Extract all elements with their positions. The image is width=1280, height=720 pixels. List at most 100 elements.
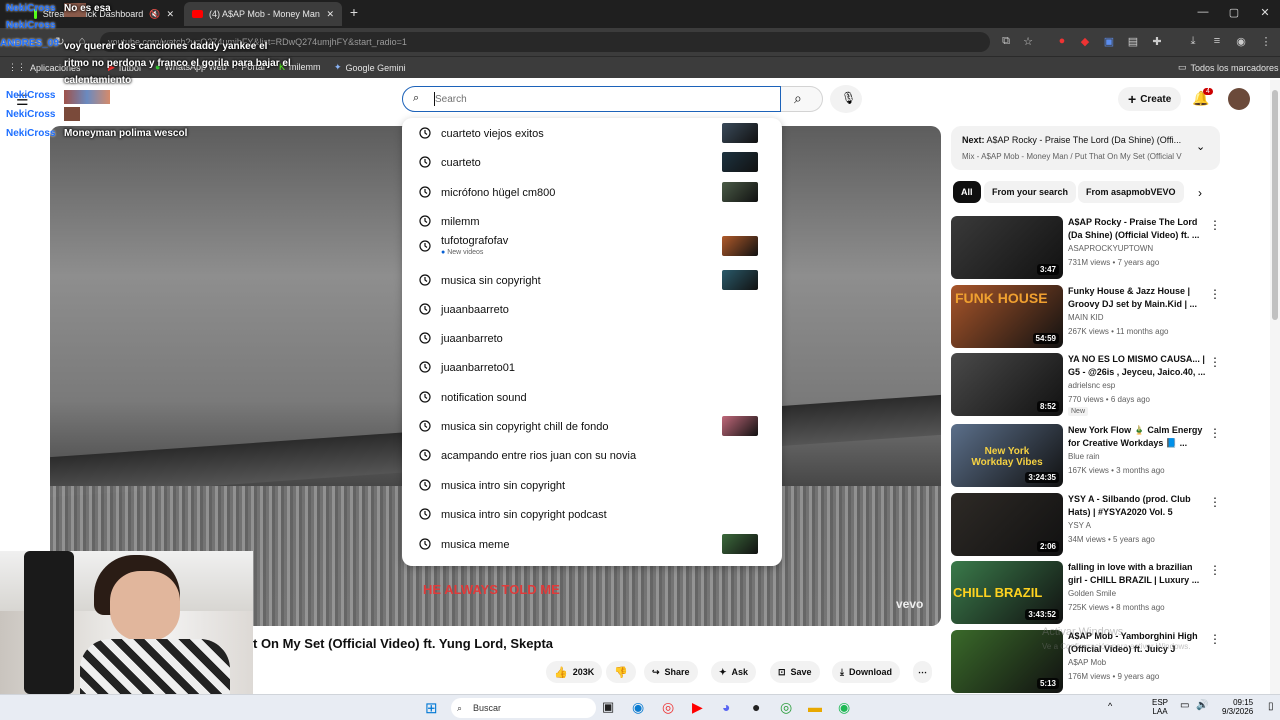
obs-icon[interactable]: ● <box>752 699 770 717</box>
share-button[interactable]: ↪ Share <box>644 661 698 683</box>
menu-icon[interactable]: ⋮ <box>1258 35 1274 48</box>
tray-chevron-icon[interactable]: ^ <box>1108 701 1112 711</box>
search-suggestion[interactable]: tufotografofav ● New videos <box>402 233 782 261</box>
notifications-button[interactable]: 🔔 4 <box>1192 88 1213 107</box>
search-suggestion[interactable]: juaanbarreto <box>402 325 782 353</box>
channel-name[interactable]: Blue rain <box>1068 452 1100 461</box>
channel-name[interactable]: A$AP Mob <box>1068 658 1106 667</box>
download-icon[interactable]: ⤓ <box>1185 35 1201 48</box>
search-suggestion[interactable]: cuarteto <box>402 149 782 177</box>
related-video[interactable]: New York Workday Vibes 3:24:35 New York Fl… <box>951 424 1223 488</box>
notification-center-icon[interactable]: ▯ <box>1268 701 1274 712</box>
save-button[interactable]: ⊡ Save <box>770 661 820 683</box>
edge-icon[interactable]: ◉ <box>632 699 650 717</box>
extension-icon[interactable]: ▣ <box>1101 35 1117 48</box>
related-video[interactable]: FUNK HOUSE 54:59 Funky House & Jazz House … <box>951 285 1223 349</box>
video-thumbnail[interactable]: New York Workday Vibes 3:24:35 <box>951 424 1063 487</box>
chip-from-asapmobvevo[interactable]: From asapmobVEVO <box>1078 181 1184 203</box>
video-title[interactable]: Funky House & Jazz House | Groovy DJ set… <box>1068 285 1208 311</box>
video-title[interactable]: YA NO ES LO MISMO CAUSA... | G5 - @26is … <box>1068 353 1208 379</box>
channel-name[interactable]: ASAPROCKYUPTOWN <box>1068 244 1153 253</box>
close-window-button[interactable]: ✕ <box>1255 6 1275 19</box>
playlist-next-box[interactable]: Next: A$AP Rocky - Praise The Lord (Da S… <box>951 126 1220 170</box>
channel-name[interactable]: adrielsnc esp <box>1068 381 1115 390</box>
search-suggestion[interactable]: musica intro sin copyright podcast <box>402 501 782 529</box>
search-suggestion[interactable]: juaanbarreto01 <box>402 354 782 382</box>
media-icon[interactable]: ≡ <box>1209 35 1225 47</box>
search-suggestion[interactable]: musica intro sin copyright <box>402 472 782 500</box>
related-video[interactable]: 5:13 A$AP Mob - Yamborghini High (Officia… <box>951 630 1223 694</box>
search-suggestion[interactable]: milemm <box>402 208 782 236</box>
scrollbar-thumb[interactable] <box>1272 90 1278 320</box>
taskbar-search[interactable]: ⌕ Buscar <box>451 698 596 718</box>
chip-all[interactable]: All <box>953 181 981 203</box>
more-actions-button[interactable]: ⋯ <box>913 661 932 683</box>
video-title[interactable]: New York Flow 🎍 Calm Energy for Creative… <box>1068 424 1208 450</box>
related-video[interactable]: 2:06 YSY A - Silbando (prod. Club Hats) |… <box>951 493 1223 557</box>
voice-search-button[interactable]: 🎙 <box>830 85 862 113</box>
mute-icon[interactable]: 🔇 <box>149 9 160 20</box>
search-suggestion[interactable]: micrófono hügel cm800 <box>402 179 782 207</box>
chevron-right-icon[interactable]: › <box>1198 186 1202 200</box>
search-suggestion[interactable]: acampando entre rios juan con su novia <box>402 442 782 470</box>
download-button[interactable]: ⤓ Download <box>832 661 900 683</box>
related-video[interactable]: 8:52 YA NO ES LO MISMO CAUSA... | G5 - @2… <box>951 353 1223 417</box>
page-scrollbar[interactable] <box>1270 80 1280 694</box>
install-icon[interactable]: ⧉ <box>998 35 1014 48</box>
chrome-icon[interactable]: ◎ <box>662 699 680 717</box>
clock[interactable]: 09:15 9/3/2026 <box>1222 698 1253 716</box>
search-suggestion[interactable]: juaanbaarreto <box>402 296 782 324</box>
search-suggestion[interactable]: musica sin copyright <box>402 267 782 295</box>
create-button[interactable]: + Create <box>1118 87 1182 111</box>
channel-name[interactable]: Golden Smile <box>1068 589 1116 598</box>
discord-icon[interactable]: ◕ <box>722 699 740 717</box>
new-tab-button[interactable]: + <box>344 4 364 20</box>
chevron-down-icon[interactable]: ⌄ <box>1196 140 1205 153</box>
search-input[interactable]: ⌕ Search <box>402 86 781 112</box>
maximize-button[interactable]: ▢ <box>1224 6 1244 19</box>
more-options-icon[interactable]: ⋮ <box>1209 218 1221 232</box>
bookmark-gemini[interactable]: ✦ Google Gemini <box>334 62 406 73</box>
close-icon[interactable]: ✕ <box>326 9 334 20</box>
puzzle-icon[interactable]: ✚ <box>1149 35 1165 48</box>
video-thumbnail[interactable]: 5:13 <box>951 630 1063 693</box>
search-suggestion[interactable]: cuarteto viejos exitos <box>402 120 782 148</box>
more-options-icon[interactable]: ⋮ <box>1209 495 1221 509</box>
video-title[interactable]: falling in love with a brazilian girl - … <box>1068 561 1208 587</box>
network-icon[interactable]: ▭ <box>1180 700 1189 711</box>
profile-icon[interactable]: ◉ <box>1233 35 1249 48</box>
file-explorer-icon[interactable]: ▬ <box>808 699 826 717</box>
dislike-button[interactable]: 👎 <box>606 661 636 683</box>
more-options-icon[interactable]: ⋮ <box>1209 355 1221 369</box>
tab-asap-mob[interactable]: (4) A$AP Mob - Money Man / P ✕ <box>184 2 342 26</box>
chrome-icon[interactable]: ◎ <box>780 699 798 717</box>
spotify-icon[interactable]: ◉ <box>838 699 856 717</box>
more-options-icon[interactable]: ⋮ <box>1209 563 1221 577</box>
search-button[interactable]: ⌕ <box>781 86 823 112</box>
ask-button[interactable]: ✦ Ask <box>711 661 757 683</box>
video-title[interactable]: YSY A - Silbando (prod. Club Hats) | #YS… <box>1068 493 1208 519</box>
volume-icon[interactable]: 🔊 <box>1196 700 1208 711</box>
related-video[interactable]: 3:47 A$AP Rocky - Praise The Lord (Da Shi… <box>951 216 1223 280</box>
all-bookmarks[interactable]: ▭ Todos los marcadores <box>1178 62 1279 73</box>
bookmark-star-icon[interactable]: ☆ <box>1020 35 1036 48</box>
close-icon[interactable]: ✕ <box>166 9 174 20</box>
video-thumbnail[interactable]: 8:52 <box>951 353 1063 416</box>
more-options-icon[interactable]: ⋮ <box>1209 426 1221 440</box>
chip-from-your-search[interactable]: From your search <box>984 181 1077 203</box>
more-options-icon[interactable]: ⋮ <box>1209 287 1221 301</box>
channel-name[interactable]: YSY A <box>1068 521 1091 530</box>
youtube-icon[interactable]: ▶ <box>692 699 710 717</box>
related-video[interactable]: CHILL BRAZIL 3:43:52 falling in love with … <box>951 561 1223 625</box>
extension-icon[interactable]: ▤ <box>1125 35 1141 48</box>
channel-name[interactable]: MAIN KID <box>1068 313 1104 322</box>
like-button[interactable]: 👍 203K <box>546 661 603 683</box>
language-indicator[interactable]: ESP LAA <box>1152 698 1168 716</box>
search-suggestion[interactable]: musica sin copyright chill de fondo <box>402 413 782 441</box>
minimize-button[interactable]: — <box>1193 6 1213 18</box>
search-suggestion[interactable]: notification sound <box>402 384 782 412</box>
video-thumbnail[interactable]: 2:06 <box>951 493 1063 556</box>
video-thumbnail[interactable]: 3:47 <box>951 216 1063 279</box>
windows-start-icon[interactable]: ⊞ <box>425 699 443 717</box>
task-view-icon[interactable]: ▣ <box>602 699 620 717</box>
